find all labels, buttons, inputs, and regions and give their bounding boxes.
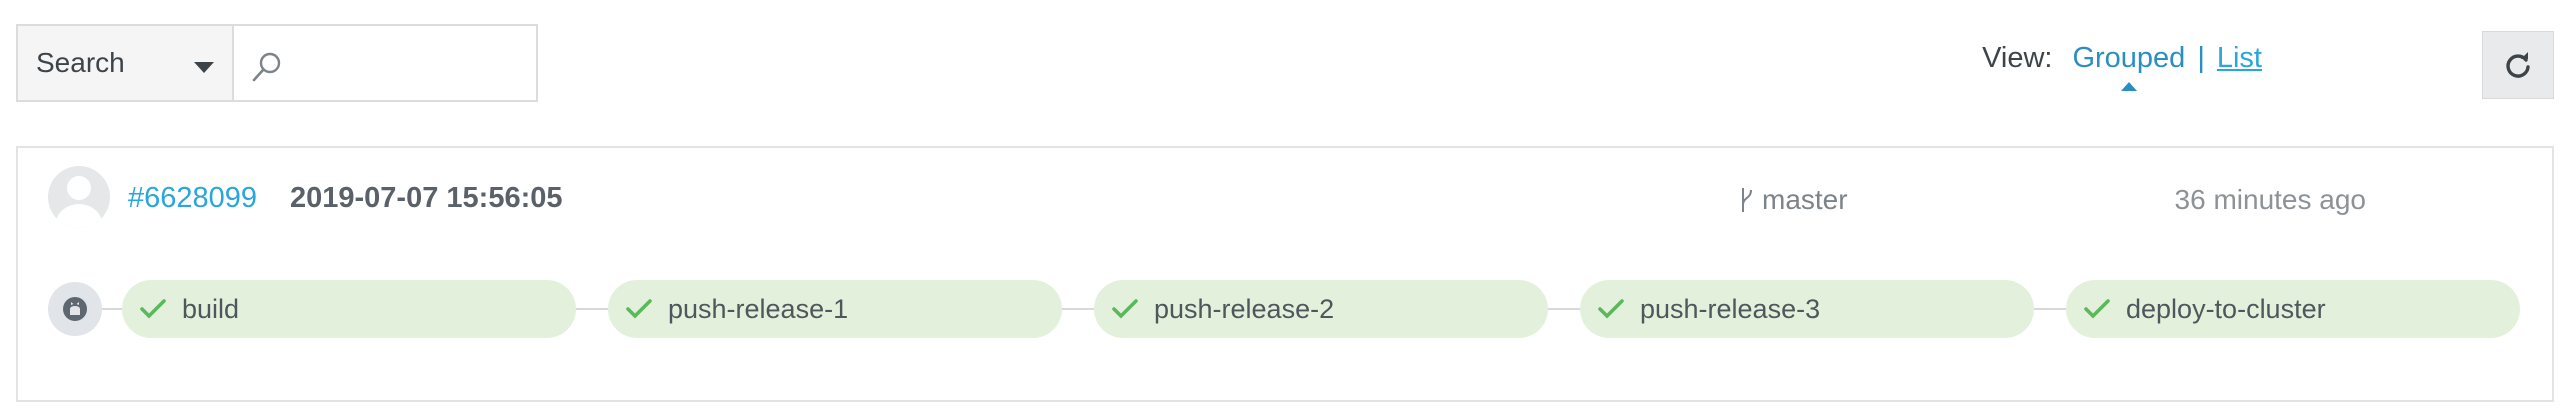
stage-push-release-3[interactable]: push-release-3 [1580, 280, 2034, 338]
stage-label: push-release-2 [1154, 293, 1335, 324]
stage-push-release-1[interactable]: push-release-1 [608, 280, 1062, 338]
pipeline-connector [102, 308, 122, 310]
avatar [48, 166, 110, 228]
git-branch-icon [1742, 188, 1752, 212]
pipeline-connector [1062, 308, 1094, 310]
view-separator: | [2197, 42, 2205, 74]
pipeline-connector [1548, 308, 1580, 310]
stage-build[interactable]: build [122, 280, 576, 338]
refresh-icon [2506, 52, 2530, 78]
view-list-link[interactable]: List [2217, 42, 2262, 75]
stage-label: build [182, 293, 240, 324]
search-type-label: Search [36, 47, 125, 78]
refresh-button[interactable] [2482, 31, 2554, 99]
search-box[interactable] [232, 24, 538, 102]
check-icon [1112, 299, 1138, 319]
stage-deploy-to-cluster[interactable]: deploy-to-cluster [2066, 280, 2520, 338]
search-icon [252, 52, 281, 82]
view-switch: View: Grouped | List [1982, 42, 2262, 91]
stage-push-release-2[interactable]: push-release-2 [1094, 280, 1548, 338]
pipeline: build push-release-1 push-release-2 push… [48, 280, 2528, 338]
check-icon [140, 299, 166, 319]
check-icon [1598, 299, 1624, 319]
build-time-ago: 36 minutes ago [2174, 184, 2366, 215]
build-id-link[interactable]: #6628099 [128, 182, 257, 215]
github-icon [48, 282, 102, 336]
branch-name: master [1762, 184, 1848, 215]
build-date: 2019-07-07 15:56:05 [290, 182, 563, 214]
pipeline-connector [576, 308, 608, 310]
search-type-select[interactable]: Search [16, 24, 232, 102]
stage-label: push-release-3 [1640, 293, 1821, 324]
build-card: #6628099 2019-07-07 15:56:05 master 36 m… [16, 146, 2554, 402]
view-grouped-link[interactable]: Grouped [2072, 42, 2185, 91]
check-icon [626, 299, 652, 319]
stage-label: push-release-1 [668, 293, 849, 324]
stage-label: deploy-to-cluster [2126, 293, 2326, 324]
chevron-down-icon [194, 62, 214, 73]
search-input[interactable] [292, 36, 532, 92]
view-label: View: [1982, 42, 2053, 74]
branch: master [1738, 184, 1848, 216]
pipeline-connector [2034, 308, 2066, 310]
check-icon [2084, 299, 2110, 319]
